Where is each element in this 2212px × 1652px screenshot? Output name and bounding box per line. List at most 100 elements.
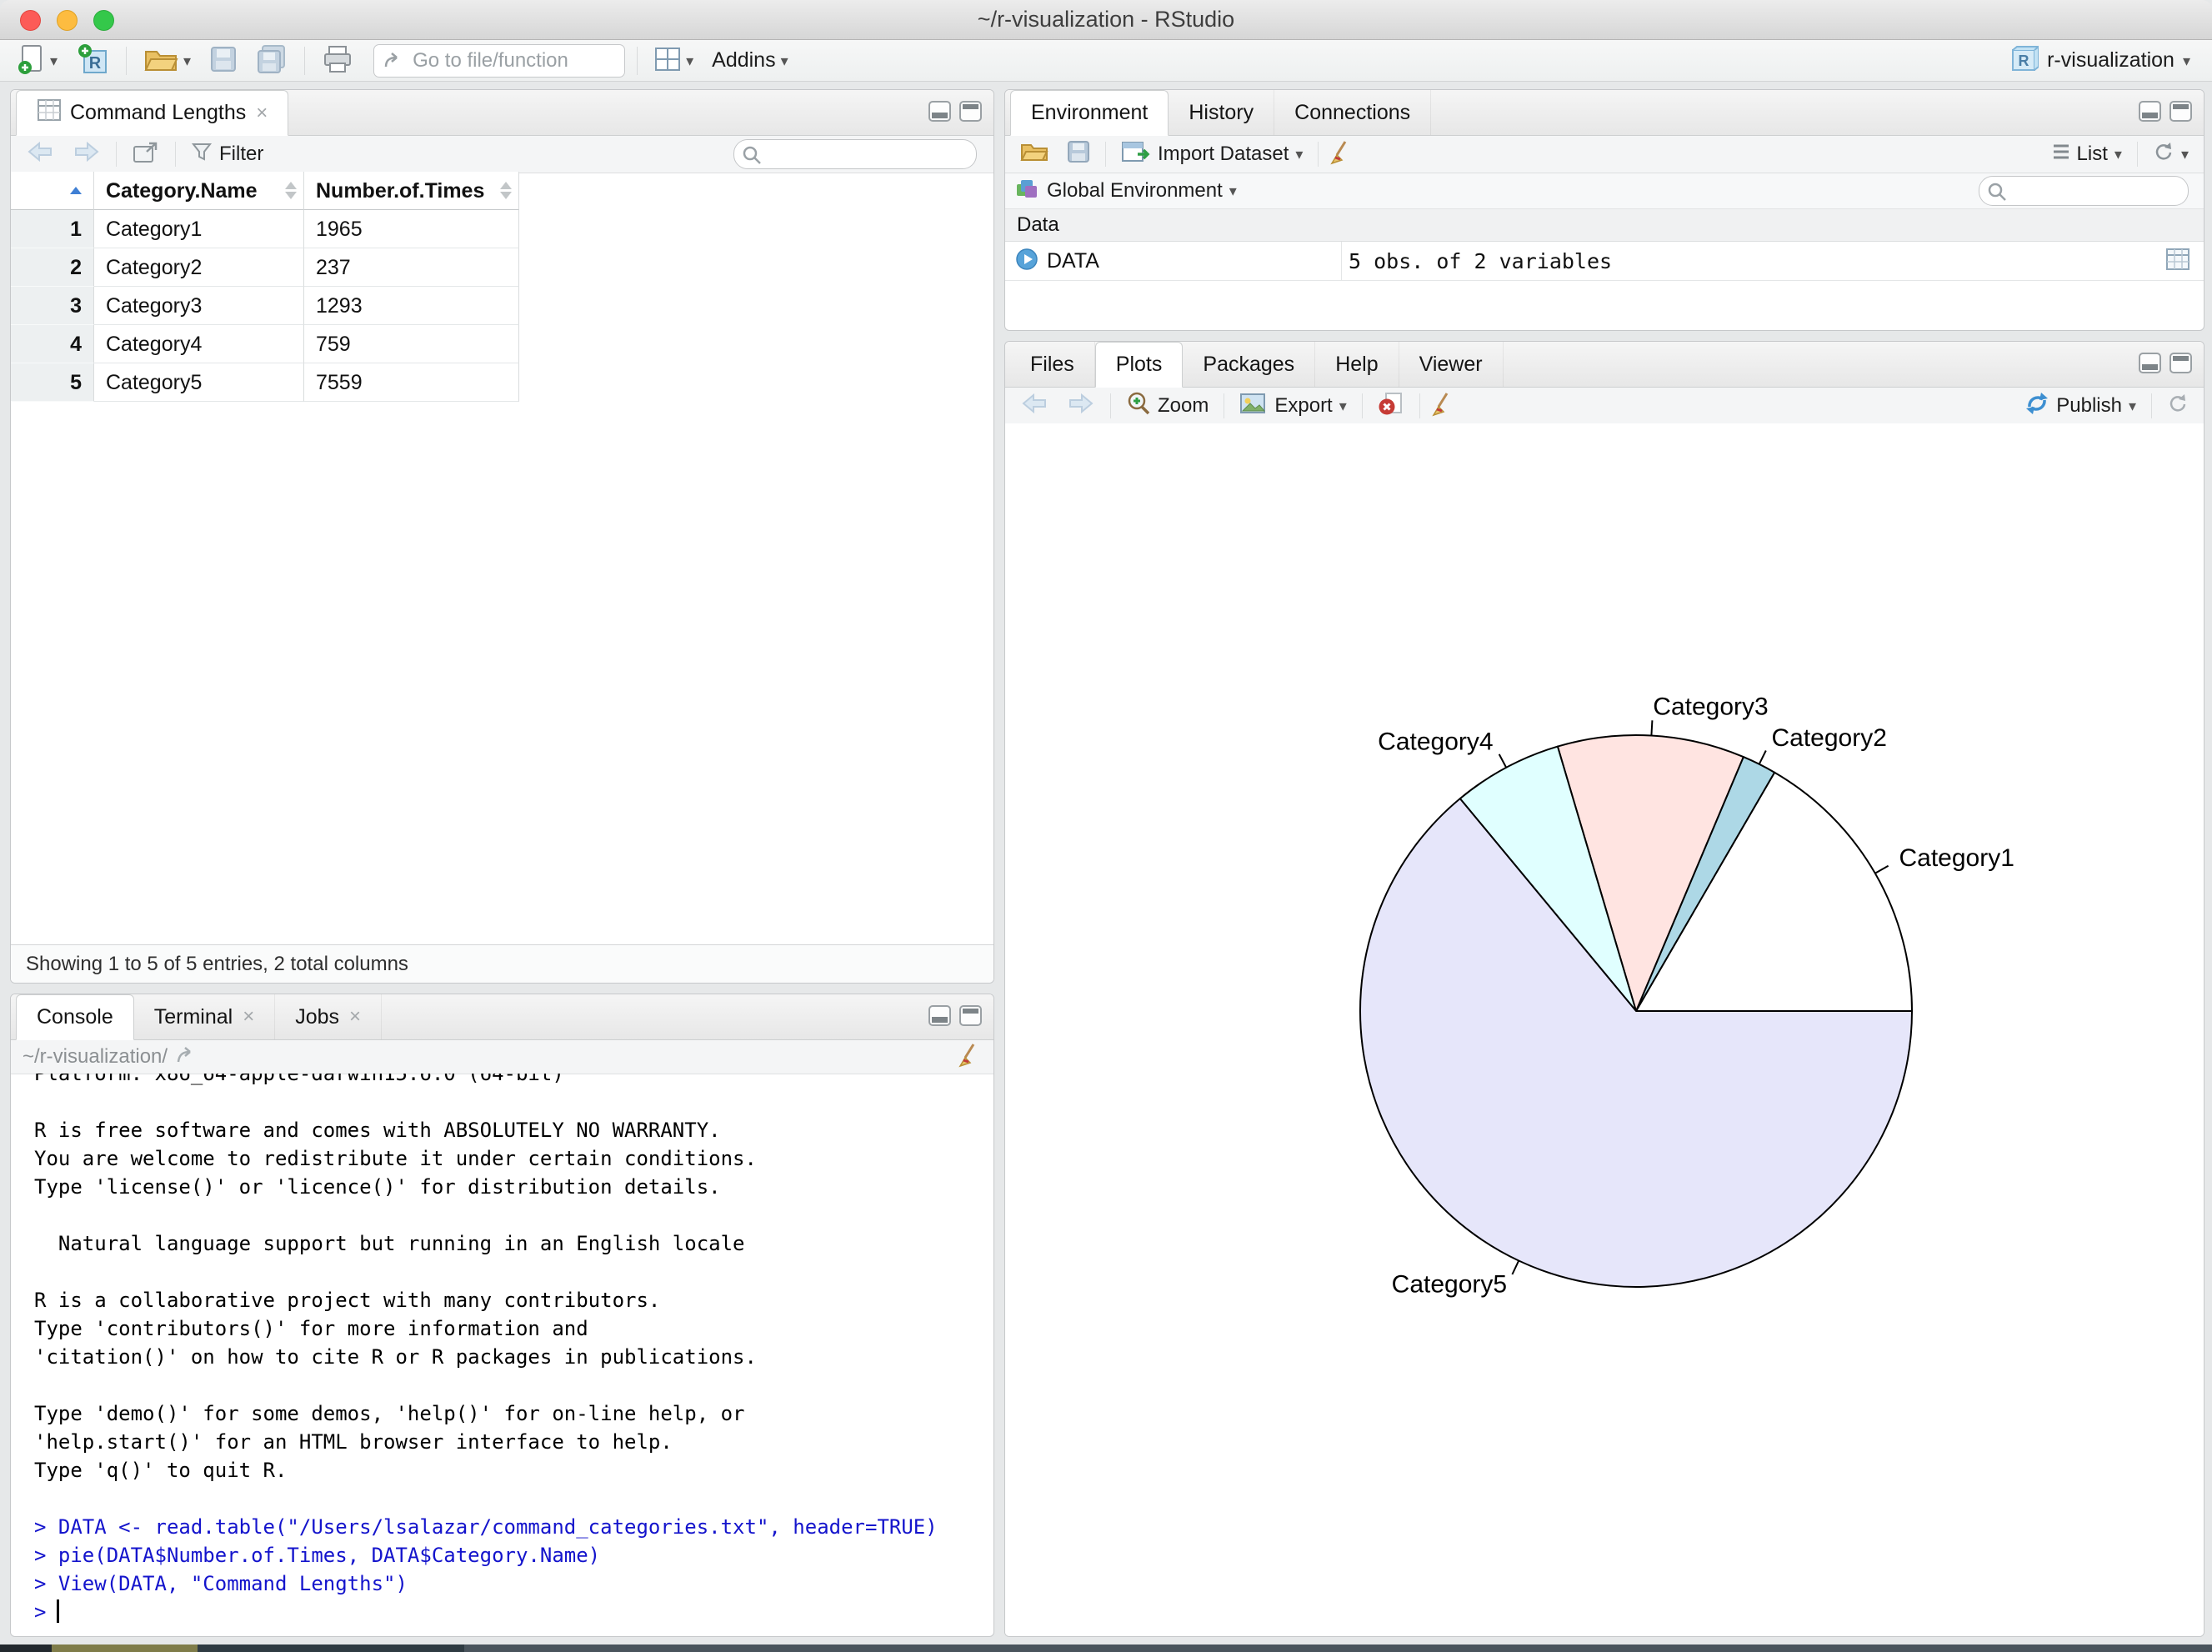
export-label: Export (1274, 394, 1333, 417)
window-titlebar: ~/r-visualization - RStudio (0, 0, 2212, 40)
environment-object-row[interactable]: DATA 5 obs. of 2 variables (1005, 242, 2204, 281)
tab-label: Command Lengths (70, 101, 247, 124)
maximize-pane-icon[interactable] (2169, 353, 2192, 378)
share-arrow-icon[interactable] (176, 1045, 198, 1069)
new-project-button[interactable]: R (71, 39, 114, 82)
tab-environment[interactable]: Environment (1010, 90, 1169, 136)
scope-selector-button[interactable]: Global Environment ▾ (1047, 178, 1242, 204)
tab-packages[interactable]: Packages (1183, 342, 1316, 387)
minimize-pane-icon[interactable] (928, 1005, 951, 1030)
tab-plots[interactable]: Plots (1094, 342, 1184, 388)
panes-layout-button[interactable]: ▾ (649, 43, 698, 78)
minimize-pane-icon[interactable] (2139, 101, 2161, 126)
project-name-label: r-visualization (2047, 48, 2174, 72)
sort-ascending-icon (70, 187, 82, 194)
goto-file-input[interactable] (411, 48, 615, 73)
tab-command-lengths[interactable]: Command Lengths × (16, 90, 289, 136)
console-line: Type 'demo()' for some demos, 'help()' f… (34, 1402, 745, 1425)
tab-history[interactable]: History (1169, 90, 1275, 135)
table-cell: Category5 (94, 363, 304, 402)
close-icon[interactable]: × (349, 1005, 361, 1029)
maximize-pane-icon[interactable] (2169, 101, 2192, 126)
environment-search-input[interactable] (2013, 179, 2183, 203)
load-workspace-button[interactable] (1015, 138, 1053, 172)
save-button[interactable] (204, 42, 243, 79)
chevron-down-icon: ▾ (686, 52, 694, 69)
remove-plot-button[interactable] (1373, 388, 1409, 424)
refresh-environment-button[interactable]: ▾ (2148, 139, 2194, 170)
tab-console[interactable]: Console (16, 994, 134, 1040)
toolbar-separator (126, 46, 128, 75)
addins-button[interactable]: Addins ▾ (707, 45, 793, 76)
tab-files[interactable]: Files (1010, 342, 1095, 387)
maximize-pane-icon[interactable] (959, 1005, 982, 1030)
close-icon[interactable]: × (243, 1005, 254, 1029)
tab-label: Terminal (153, 1004, 233, 1029)
row-number-header[interactable] (11, 172, 94, 210)
view-table-icon[interactable] (2165, 248, 2190, 275)
panes-grid-icon (654, 47, 681, 74)
new-file-button[interactable]: ▾ (12, 40, 63, 81)
table-cell: 759 (304, 325, 519, 363)
publish-button[interactable]: Publish ▾ (2019, 389, 2141, 423)
main-toolbar: ▾ R ▾ ▾ Addins ▾ R r-visualization ▾ (0, 40, 2212, 82)
previous-plot-button[interactable] (1015, 391, 1053, 422)
popout-window-button[interactable] (127, 138, 165, 172)
publish-label: Publish (2056, 394, 2122, 417)
clear-console-broom-icon[interactable] (957, 1042, 982, 1073)
environment-scope-row: Global Environment ▾ (1005, 173, 2204, 209)
list-view-button[interactable]: List ▾ (2047, 141, 2127, 168)
nav-forward-button[interactable] (68, 139, 106, 170)
data-table: Category.Name Number.of.Times 1 Category1… (11, 172, 519, 402)
pie-label-tick (1498, 753, 1508, 768)
table-cell: 3 (11, 287, 94, 325)
minimize-pane-icon[interactable] (928, 101, 951, 126)
save-workspace-button[interactable] (1062, 138, 1095, 171)
tab-viewer[interactable]: Viewer (1399, 342, 1504, 387)
table-cell: Category2 (94, 248, 304, 287)
open-folder-icon (1020, 139, 1048, 170)
tab-help[interactable]: Help (1315, 342, 1399, 387)
refresh-plot-button[interactable] (2162, 391, 2194, 422)
save-all-button[interactable] (251, 41, 293, 80)
console-output[interactable]: Platform: x86_64-apple-darwin15.6.0 (64-… (11, 1074, 993, 1636)
toolbar-separator (1361, 393, 1363, 418)
console-line: Type 'license()' or 'licence()' for dist… (34, 1175, 721, 1199)
chevron-down-icon: ▾ (1295, 146, 1304, 163)
table-cell: 1965 (304, 210, 519, 248)
toolbar-separator (2151, 393, 2152, 418)
export-plot-button[interactable]: Export ▾ (1234, 389, 1351, 423)
tab-connections[interactable]: Connections (1274, 90, 1432, 135)
data-viewer-toolbar: Filter (11, 136, 993, 173)
filter-button[interactable]: Filter (186, 139, 268, 170)
table-search-input[interactable] (768, 143, 971, 166)
expand-object-icon[interactable] (1015, 248, 1038, 275)
open-folder-icon (143, 44, 178, 77)
table-row: 1 Category1 1965 (11, 210, 519, 248)
data-section-header: Data (1005, 209, 2204, 242)
tab-jobs[interactable]: Jobs × (275, 994, 383, 1039)
clear-plots-broom-icon[interactable] (1430, 391, 1455, 422)
column-header-category-name[interactable]: Category.Name (94, 172, 304, 210)
import-dataset-button[interactable]: Import Dataset ▾ (1116, 138, 1308, 172)
zoom-plot-button[interactable]: Zoom (1121, 389, 1214, 423)
minimize-pane-icon[interactable] (2139, 353, 2161, 378)
new-project-icon: R (76, 43, 109, 78)
chevron-down-icon: ▾ (50, 52, 58, 69)
clear-environment-broom-icon[interactable] (1329, 139, 1354, 170)
project-menu-button[interactable]: R r-visualization ▾ (2004, 43, 2195, 78)
close-icon[interactable]: × (256, 102, 268, 125)
environment-tabstrip: Environment History Connections (1005, 90, 2204, 136)
maximize-pane-icon[interactable] (959, 101, 982, 126)
tab-terminal[interactable]: Terminal × (134, 994, 276, 1039)
tab-label: Console (37, 1005, 113, 1029)
console-line: Type 'contributors()' for more informati… (34, 1317, 588, 1340)
nav-back-button[interactable] (21, 139, 59, 170)
open-file-button[interactable]: ▾ (138, 41, 196, 80)
column-header-number-of-times[interactable]: Number.of.Times (304, 172, 519, 210)
funnel-icon (191, 141, 213, 168)
print-button[interactable] (317, 41, 358, 80)
next-plot-button[interactable] (1062, 391, 1100, 422)
